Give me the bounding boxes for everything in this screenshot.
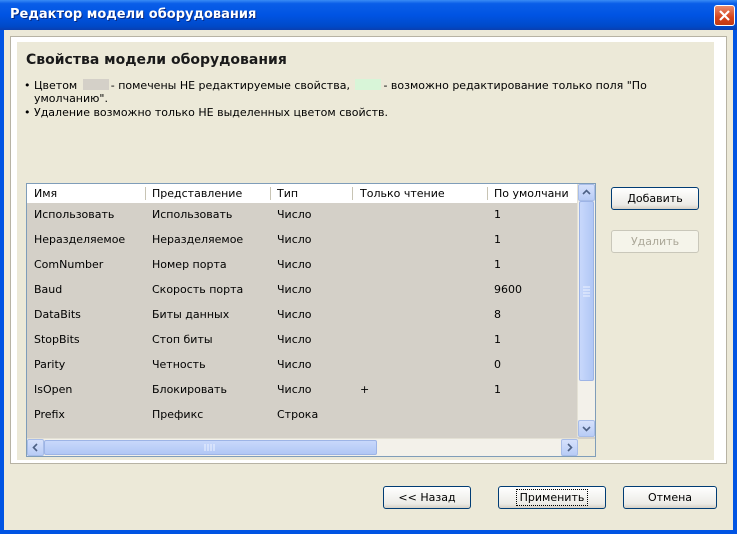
table-row[interactable]: IsOpen Блокировать Число + 1: [27, 378, 578, 403]
properties-panel: Свойства модели оборудования • Цветом - …: [17, 42, 714, 460]
table-row[interactable]: StopBits Стоп биты Число 1: [27, 328, 578, 353]
cell-type[interactable]: Число: [277, 258, 351, 271]
table-row[interactable]: Использовать Использовать Число 1: [27, 203, 578, 228]
apply-button-label: Применить: [515, 489, 589, 506]
add-button[interactable]: Добавить: [611, 187, 699, 210]
cell-display[interactable]: Использовать: [152, 208, 270, 221]
scrollbar-corner: [578, 439, 595, 456]
cell-default[interactable]: 1: [494, 383, 574, 396]
cell-display[interactable]: Биты данных: [152, 308, 270, 321]
note-colors-part1: Цветом: [34, 79, 78, 92]
column-header-name[interactable]: Имя: [34, 187, 144, 200]
close-button[interactable]: [714, 5, 735, 26]
scroll-up-button[interactable]: [578, 184, 595, 201]
bullet: •: [24, 106, 31, 119]
table-row[interactable]: Неразделяемое Неразделяемое Число 1: [27, 228, 578, 253]
readonly-color-swatch: [82, 79, 109, 90]
cell-type[interactable]: Строка: [277, 408, 351, 421]
cell-name[interactable]: IsOpen: [34, 383, 144, 396]
cell-name[interactable]: Parity: [34, 358, 144, 371]
cell-type[interactable]: Число: [277, 208, 351, 221]
cell-type[interactable]: Число: [277, 383, 351, 396]
cell-display[interactable]: Четность: [152, 358, 270, 371]
cell-display[interactable]: Скорость порта: [152, 283, 270, 296]
cell-name[interactable]: DataBits: [34, 308, 144, 321]
cell-default[interactable]: 1: [494, 233, 574, 246]
cell-type[interactable]: Число: [277, 233, 351, 246]
vertical-scroll-thumb[interactable]: [579, 201, 594, 381]
table-row[interactable]: Prefix Префикс Строка: [27, 403, 578, 428]
note-colors-continued: умолчанию".: [34, 92, 108, 105]
column-header-readonly[interactable]: Только чтение: [360, 187, 480, 200]
window-title: Редактор модели оборудования: [10, 7, 257, 22]
note-colors-part3: - возможно редактирование только поля "П…: [383, 79, 647, 92]
scroll-down-button[interactable]: [578, 420, 595, 437]
column-header-default[interactable]: По умолчани: [494, 187, 578, 200]
cell-type[interactable]: Число: [277, 283, 351, 296]
cell-default[interactable]: 9600: [494, 283, 574, 296]
cell-default[interactable]: 1: [494, 333, 574, 346]
chevron-down-icon: [582, 426, 591, 432]
cell-default[interactable]: 1: [494, 258, 574, 271]
title-bar[interactable]: Редактор модели оборудования: [0, 0, 737, 30]
horizontal-scroll-thumb[interactable]: [44, 440, 377, 455]
column-divider[interactable]: [352, 187, 353, 200]
column-divider[interactable]: [145, 187, 146, 200]
cell-readonly[interactable]: +: [360, 383, 480, 396]
cell-type[interactable]: Число: [277, 358, 351, 371]
delete-button[interactable]: Удалить: [611, 230, 699, 253]
table-row[interactable]: Baud Скорость порта Число 9600: [27, 278, 578, 303]
cell-name[interactable]: StopBits: [34, 333, 144, 346]
column-header-type[interactable]: Тип: [277, 187, 351, 200]
table-row[interactable]: ComNumber Номер порта Число 1: [27, 253, 578, 278]
cell-type[interactable]: Число: [277, 308, 351, 321]
cell-name[interactable]: Prefix: [34, 408, 144, 421]
scroll-right-button[interactable]: [561, 439, 578, 456]
column-header-display[interactable]: Представление: [152, 187, 270, 200]
table-row[interactable]: DataBits Биты данных Число 8: [27, 303, 578, 328]
dialog-client-area: Свойства модели оборудования • Цветом - …: [4, 30, 733, 530]
cell-name[interactable]: ComNumber: [34, 258, 144, 271]
panel-heading: Свойства модели оборудования: [26, 52, 287, 68]
chevron-left-icon: [32, 443, 38, 452]
cell-display[interactable]: Префикс: [152, 408, 270, 421]
default-only-color-swatch: [355, 79, 382, 90]
chevron-up-icon: [582, 189, 591, 195]
properties-table[interactable]: Имя Представление Тип Только чтение По у…: [26, 183, 596, 457]
note-colors-part2: - помечены НЕ редактируемые свойства,: [110, 79, 350, 92]
note-delete: • Удаление возможно только НЕ выделенных…: [24, 106, 388, 119]
cell-name[interactable]: Неразделяемое: [34, 233, 144, 246]
cell-display[interactable]: Блокировать: [152, 383, 270, 396]
chevron-right-icon: [567, 443, 573, 452]
cell-name[interactable]: Использовать: [34, 208, 144, 221]
dialog-window: Редактор модели оборудования Свойства мо…: [0, 0, 737, 534]
column-divider[interactable]: [270, 187, 271, 200]
note-colors: • Цветом - помечены НЕ редактируемые сво…: [24, 79, 647, 92]
cell-display[interactable]: Неразделяемое: [152, 233, 270, 246]
cell-display[interactable]: Стоп биты: [152, 333, 270, 346]
column-divider[interactable]: [487, 187, 488, 200]
cell-type[interactable]: Число: [277, 333, 351, 346]
bullet: •: [24, 79, 31, 92]
cancel-button[interactable]: Отмена: [623, 486, 717, 509]
scroll-left-button[interactable]: [27, 439, 44, 456]
cell-default[interactable]: 0: [494, 358, 574, 371]
close-icon: [719, 10, 730, 21]
grip-icon: [204, 444, 215, 451]
back-button[interactable]: << Назад: [383, 486, 471, 509]
cell-display[interactable]: Номер порта: [152, 258, 270, 271]
note-delete-text: Удаление возможно только НЕ выделенных ц…: [34, 106, 389, 119]
cell-default[interactable]: 1: [494, 208, 574, 221]
cell-default[interactable]: 8: [494, 308, 574, 321]
vertical-scrollbar[interactable]: [577, 184, 595, 437]
table-header: Имя Представление Тип Только чтение По у…: [27, 184, 578, 204]
table-row[interactable]: Parity Четность Число 0: [27, 353, 578, 378]
apply-button[interactable]: Применить: [498, 486, 606, 509]
horizontal-scrollbar[interactable]: [27, 438, 578, 456]
grip-icon: [583, 286, 590, 297]
cell-name[interactable]: Baud: [34, 283, 144, 296]
